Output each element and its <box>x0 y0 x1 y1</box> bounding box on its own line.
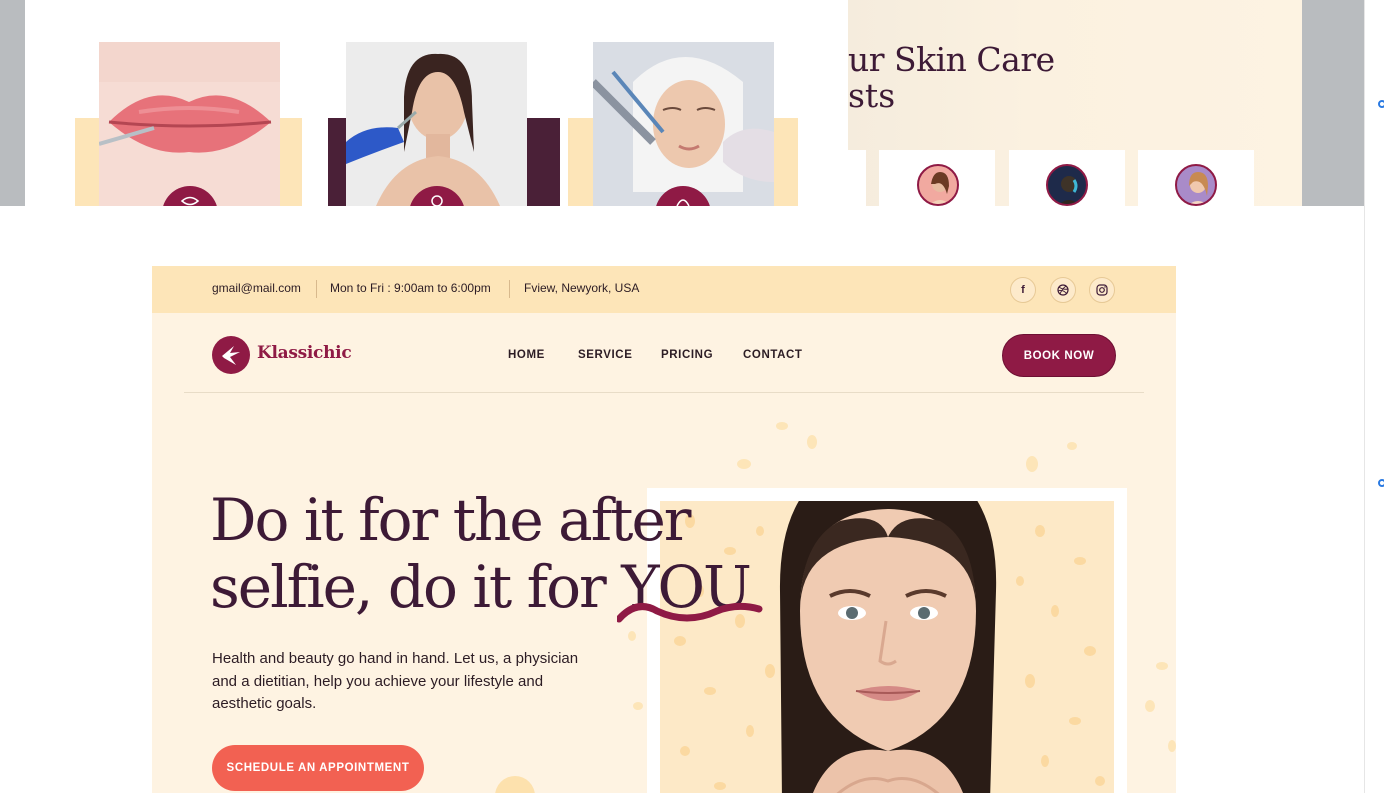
nav-pricing[interactable]: PRICING <box>661 349 713 361</box>
preview-strip: ur Skin Care sts <box>0 0 1384 206</box>
logo-icon[interactable] <box>212 336 250 374</box>
service-card-facial[interactable] <box>593 42 774 206</box>
panel-marker[interactable] <box>1378 479 1384 487</box>
opening-hours: Mon to Fri : 9:00am to 6:00pm <box>330 281 491 295</box>
team-avatar <box>1175 164 1217 206</box>
underline-swash <box>617 602 763 623</box>
hero-description: Health and beauty go hand in hand. Let u… <box>212 650 579 712</box>
specialists-heading-2: sts <box>848 76 896 115</box>
service-card-lips[interactable] <box>99 42 280 206</box>
team-card <box>848 150 866 206</box>
facebook-icon[interactable]: f <box>1010 277 1036 303</box>
team-avatar <box>917 164 959 206</box>
facial-image <box>593 42 774 206</box>
schedule-appointment-button[interactable]: SCHEDULE AN APPOINTMENT <box>212 745 424 791</box>
specialists-heading: ur Skin Care <box>848 40 1055 79</box>
hero-highlight-word: YOU <box>617 553 763 623</box>
hero-image <box>660 501 1114 793</box>
dribbble-icon[interactable] <box>1050 277 1076 303</box>
divider <box>316 280 317 298</box>
hero-heading-text: selfie, do it for <box>210 553 622 621</box>
divider <box>509 280 510 298</box>
team-avatar <box>1046 164 1088 206</box>
side-panel <box>1364 0 1384 793</box>
book-now-button[interactable]: BOOK NOW <box>1002 334 1116 377</box>
panel-marker[interactable] <box>1378 100 1384 108</box>
contact-email[interactable]: gmail@mail.com <box>212 281 301 295</box>
model-portrait <box>674 501 1105 793</box>
instagram-icon[interactable] <box>1089 277 1115 303</box>
hero-heading-line2: selfie, do it for YOU <box>210 553 763 623</box>
lips-image <box>99 42 280 206</box>
injection-image <box>346 42 527 206</box>
hero-heading-line1: Do it for the after <box>210 486 692 554</box>
decorative-blob <box>495 776 535 793</box>
website-preview: gmail@mail.com Mon to Fri : 9:00am to 6:… <box>152 266 1176 793</box>
location: Fview, Newyork, USA <box>524 281 640 295</box>
brand-name[interactable]: Klassichic <box>257 343 352 363</box>
service-card-injection[interactable] <box>346 42 527 206</box>
top-info-bar: gmail@mail.com Mon to Fri : 9:00am to 6:… <box>152 266 1176 313</box>
nav-service[interactable]: SERVICE <box>578 349 632 361</box>
header-divider <box>184 392 1144 393</box>
nav-contact[interactable]: CONTACT <box>743 349 803 361</box>
nav-home[interactable]: HOME <box>508 349 545 361</box>
